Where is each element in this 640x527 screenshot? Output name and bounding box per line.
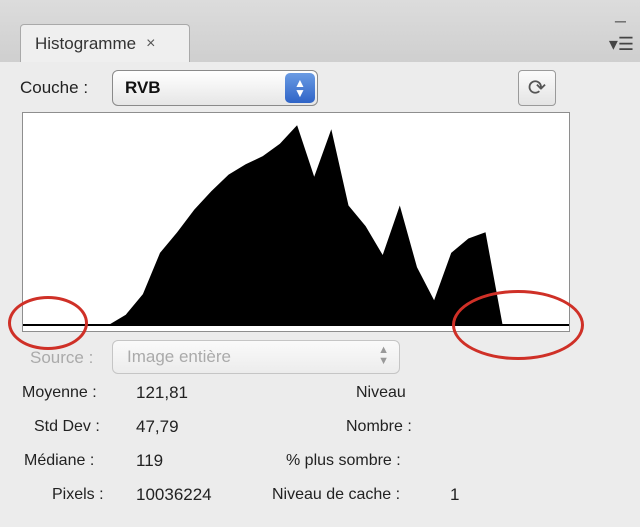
minimize-icon[interactable]: – bbox=[615, 10, 626, 33]
close-icon[interactable]: × bbox=[146, 35, 155, 53]
std-dev-value: 47,79 bbox=[136, 417, 179, 436]
median-value: 119 bbox=[136, 451, 164, 470]
std-dev-label: Std Dev : bbox=[34, 418, 100, 435]
source-label: Source : bbox=[30, 348, 94, 367]
highlight-right-ellipse bbox=[452, 290, 584, 360]
count-label: Nombre : bbox=[346, 418, 412, 435]
cache-level-value: 1 bbox=[450, 485, 460, 504]
highlight-left-ellipse bbox=[8, 296, 88, 350]
panel-titlebar: Histogramme × – ▾☰ bbox=[0, 0, 640, 63]
cache-level-label: Niveau de cache : bbox=[272, 486, 401, 503]
refresh-icon[interactable]: ⟳ bbox=[518, 70, 556, 106]
source-value: Image entière bbox=[127, 347, 231, 366]
channel-label: Couche : bbox=[20, 78, 89, 97]
panel-menu-icon[interactable]: ▾☰ bbox=[609, 34, 634, 55]
pixels-value: 10036224 bbox=[136, 485, 212, 504]
source-stepper-icon: ▲ ▼ bbox=[378, 344, 389, 367]
mean-label: Moyenne : bbox=[22, 384, 97, 401]
median-label: Médiane : bbox=[24, 452, 95, 469]
tab-label: Histogramme bbox=[35, 33, 137, 53]
level-label: Niveau bbox=[356, 384, 406, 401]
source-select[interactable]: Image entière ▲ ▼ bbox=[112, 340, 400, 374]
histogram-panel: Histogramme × – ▾☰ Couche : RVB ▲ ▼ ⟳ Sou… bbox=[0, 0, 640, 527]
tab-histogramme[interactable]: Histogramme × bbox=[20, 24, 190, 62]
channel-value: RVB bbox=[125, 78, 161, 97]
channel-select[interactable]: RVB ▲ ▼ bbox=[112, 70, 318, 106]
darker-percent-label: % plus sombre : bbox=[286, 452, 401, 469]
select-stepper-icon[interactable]: ▲ ▼ bbox=[285, 73, 315, 103]
pixels-label: Pixels : bbox=[52, 486, 104, 503]
mean-value: 121,81 bbox=[136, 383, 188, 402]
